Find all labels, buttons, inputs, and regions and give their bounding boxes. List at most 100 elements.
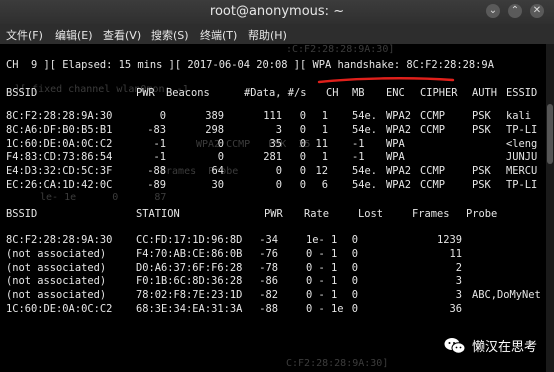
ap-cell-data: 35 xyxy=(269,137,282,150)
station-cell-rate: 0 - 1 xyxy=(306,247,338,260)
terminal-output[interactable]: :C:F2:28:28:9A:30] ][ fixed channel wlan… xyxy=(0,44,554,372)
station-cell-pwr: -78 xyxy=(259,261,278,274)
menu-bar: 文件(F) 编辑(E) 查看(V) 搜索(S) 终端(T) 帮助(H) xyxy=(0,24,554,44)
ap-cell-cipher: CCMP xyxy=(420,179,446,191)
station-row: (not associated) F0:1B:6C:8D:36:28 -86 0 - … xyxy=(6,275,554,288)
ap-table-header: BSSID PWR Beacons #Data, #/s CH MB ENC C… xyxy=(6,87,554,100)
station-row: (not associated) 78:02:F8:7E:23:1D -82 0 - … xyxy=(6,289,554,302)
ap-cell-bssid: F4:83:CD:73:86:54 xyxy=(6,151,113,164)
ap-cell-auth: PSK xyxy=(472,110,491,122)
minimize-icon[interactable]: ⌄ xyxy=(486,4,500,18)
station-cell-pwr: -76 xyxy=(259,247,278,260)
ap-cell-beacons: 389 xyxy=(205,110,224,122)
ghost-text: C:F2:28:28:9A:30] xyxy=(286,358,389,369)
station-cell-frames: 3 xyxy=(455,289,462,302)
ap-cell-ch: 12 xyxy=(315,165,328,178)
ap-cell-pwr: -88 xyxy=(147,165,166,178)
ap-cell-bssid: 8C:A6:DF:B0:B5:B1 xyxy=(6,123,113,136)
ghost-text: :C:F2:28:28:9A:30] xyxy=(286,44,395,55)
station-table-header: BSSID STATION PWR Rate Lost Frames Probe xyxy=(6,208,554,221)
ap-cell-s: 0 xyxy=(299,179,306,191)
scrollbar[interactable] xyxy=(546,44,554,372)
ap-cell-data: 3 xyxy=(275,123,282,136)
ap-cell-mb: -1 xyxy=(352,137,365,150)
column-header: ESSID xyxy=(506,87,538,99)
station-cell-bssid: 1C:60:DE:0A:0C:C2 xyxy=(6,303,113,315)
column-header: Rate xyxy=(304,208,330,220)
handshake-underline xyxy=(317,77,455,84)
station-cell-frames: 36 xyxy=(449,303,462,315)
ghost-text: le- 1e 0 87 xyxy=(40,192,167,203)
column-header: Beacons xyxy=(166,87,210,99)
ap-cell-auth: PSK xyxy=(472,179,491,191)
ap-cell-essid: kali xyxy=(506,110,532,122)
station-cell-lost: 0 xyxy=(351,289,358,302)
station-cell-station: D0:A6:37:6F:F6:28 xyxy=(136,261,243,274)
scrollbar-thumb[interactable] xyxy=(547,104,553,164)
station-cell-pwr: -82 xyxy=(259,289,278,302)
ap-cell-essid: MERCU xyxy=(506,165,538,178)
ap-cell-ch: 6 xyxy=(321,179,328,191)
menu-search[interactable]: 搜索(S) xyxy=(151,27,189,43)
ap-cell-mb: 54e. xyxy=(352,110,378,122)
station-cell-frames: 1239 xyxy=(436,234,462,246)
column-header: PWR xyxy=(264,208,283,220)
station-row: 1C:60:DE:0A:0C:C2 68:3E:34:EA:31:3A -88 0 -… xyxy=(6,303,554,316)
ap-cell-beacons: 30 xyxy=(211,179,224,191)
ap-cell-mb: -1 xyxy=(352,151,365,164)
station-cell-bssid: (not associated) xyxy=(6,247,107,260)
maximize-icon[interactable]: ⌃ xyxy=(508,4,522,18)
title-bar: root@anonymous: ~ ⌄ ⌃ ✕ xyxy=(0,0,554,24)
station-cell-rate: 0 - 1 xyxy=(306,289,338,302)
station-cell-lost: 0 xyxy=(351,234,358,246)
station-cell-station: F0:1B:6C:8D:36:28 xyxy=(136,275,243,288)
menu-view[interactable]: 查看(V) xyxy=(103,27,141,43)
ap-cell-pwr: -83 xyxy=(147,123,166,136)
column-header: BSSID xyxy=(6,208,38,220)
ap-cell-beacons: 64 xyxy=(211,165,224,178)
station-cell-bssid: 8C:F2:28:28:9A:30 xyxy=(6,234,113,246)
ap-row: 8C:F2:28:28:9A:30 0 389 111 0 1 54e. WPA2 CCMP PS… xyxy=(6,110,554,123)
column-header: Frames xyxy=(412,208,450,220)
ap-cell-s: 0 xyxy=(299,123,306,136)
ap-cell-mb: 54e. xyxy=(352,165,378,178)
menu-file[interactable]: 文件(F) xyxy=(6,27,43,43)
watermark-text: 懒汉在思考 xyxy=(472,340,538,355)
ap-cell-enc: WPA xyxy=(386,151,405,164)
column-header: BSSID xyxy=(6,87,38,99)
ap-cell-ch: 1 xyxy=(321,151,328,164)
station-cell-lost: 0 xyxy=(351,303,358,315)
ap-cell-ch: 1 xyxy=(321,123,328,136)
ap-cell-pwr: 0 xyxy=(159,110,166,122)
menu-terminal[interactable]: 终端(T) xyxy=(200,27,237,43)
station-cell-pwr: -86 xyxy=(259,275,278,288)
close-icon[interactable]: ✕ xyxy=(530,4,544,18)
ap-cell-bssid: 8C:F2:28:28:9A:30 xyxy=(6,110,113,122)
column-header: CIPHER xyxy=(420,87,458,99)
ap-cell-bssid: 1C:60:DE:0A:0C:C2 xyxy=(6,137,113,150)
menu-edit[interactable]: 编辑(E) xyxy=(55,27,93,43)
menu-help[interactable]: 帮助(H) xyxy=(248,27,287,43)
ap-cell-bssid: E4:D3:32:CD:5C:3F xyxy=(6,165,113,178)
ap-cell-pwr: -1 xyxy=(153,137,166,150)
ap-cell-data: 111 xyxy=(263,110,282,122)
ap-cell-enc: WPA xyxy=(386,137,405,150)
ap-cell-enc: WPA2 xyxy=(386,123,412,136)
ap-cell-beacons: 298 xyxy=(205,123,224,136)
wechat-icon xyxy=(444,337,466,354)
station-row: 8C:F2:28:28:9A:30 CC:FD:17:1D:96:8D -34 1e-… xyxy=(6,234,554,247)
station-cell-pwr: -34 xyxy=(259,234,278,246)
ap-cell-bssid: EC:26:CA:1D:42:0C xyxy=(6,179,113,191)
ap-cell-mb: 54e. xyxy=(352,123,378,136)
ap-cell-cipher: CCMP xyxy=(420,165,446,178)
station-cell-bssid: (not associated) xyxy=(6,289,107,302)
column-header: AUTH xyxy=(472,87,498,99)
ap-cell-enc: WPA2 xyxy=(386,179,412,191)
station-cell-rate: 1e- 1 xyxy=(306,234,338,246)
ap-row: EC:26:CA:1D:42:0C -89 30 0 0 6 54e. WPA2 CCMP PSK… xyxy=(6,179,554,192)
ap-cell-auth: PSK xyxy=(472,165,491,178)
ap-cell-data: 281 xyxy=(263,151,282,164)
column-header: ENC xyxy=(386,87,405,99)
station-cell-lost: 0 xyxy=(351,247,358,260)
ap-row: 8C:A6:DF:B0:B5:B1 -83 298 3 0 1 54e. WPA2 CCMP PS… xyxy=(6,124,554,137)
